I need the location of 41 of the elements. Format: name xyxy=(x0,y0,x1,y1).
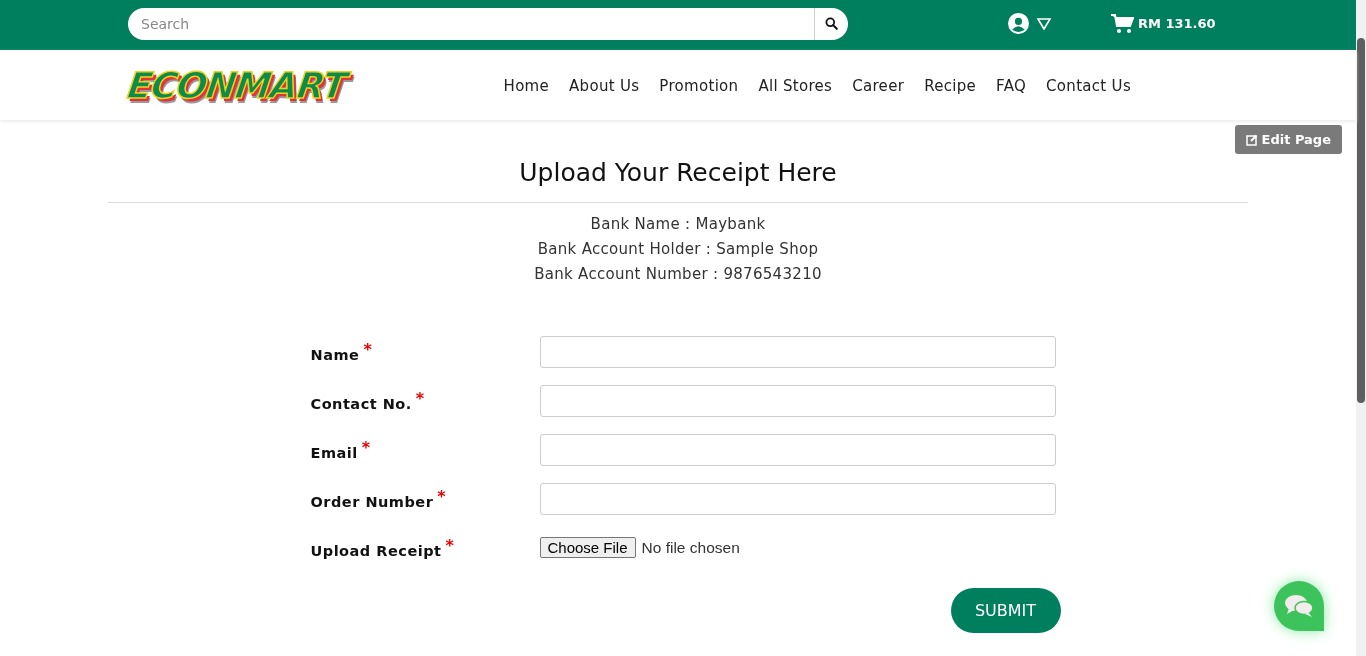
page-title: Upload Your Receipt Here xyxy=(108,158,1248,203)
nav-link[interactable]: Career xyxy=(852,77,905,95)
input-field[interactable] xyxy=(539,384,1056,417)
required-mark: * xyxy=(445,536,454,555)
chat-button[interactable] xyxy=(1274,581,1324,631)
nav-link[interactable]: Home xyxy=(503,77,550,95)
field-label: Name xyxy=(310,346,360,363)
edit-icon xyxy=(1245,133,1258,146)
caret-icon[interactable] xyxy=(1037,17,1051,30)
file-status: No file chosen xyxy=(641,538,740,557)
nav-link[interactable]: FAQ xyxy=(996,77,1027,95)
edit-page-button[interactable]: Edit Page xyxy=(1234,125,1342,154)
field-label: Upload Receipt xyxy=(310,542,442,559)
input-field[interactable] xyxy=(539,335,1056,368)
cart-icon[interactable] xyxy=(1111,13,1134,34)
nav-link[interactable]: Contact Us xyxy=(1046,77,1131,95)
required-mark: * xyxy=(363,340,372,359)
scrollbar-thumb[interactable] xyxy=(1357,38,1365,403)
required-mark: * xyxy=(437,487,446,506)
choose-file-button[interactable]: Choose File xyxy=(539,537,636,558)
bank-info-line: Bank Account Holder : Sample Shop xyxy=(536,239,820,260)
logo[interactable]: ECONMART xyxy=(125,64,349,106)
input-field[interactable] xyxy=(539,433,1056,466)
nav-link[interactable]: Promotion xyxy=(659,77,739,95)
bank-info-line: Bank Name : Maybank xyxy=(589,214,767,235)
field-label: Order Number xyxy=(310,493,434,510)
user-icon[interactable] xyxy=(1008,13,1029,34)
chat-bubbles-icon xyxy=(1284,593,1314,619)
search-field[interactable]: Search xyxy=(128,7,814,40)
input-field[interactable] xyxy=(539,482,1056,515)
nav-link[interactable]: About Us xyxy=(569,77,640,95)
submit-button[interactable]: SUBMIT xyxy=(950,588,1061,633)
nav-link[interactable]: Recipe xyxy=(924,77,977,95)
nav-link[interactable]: All Stores xyxy=(758,77,833,95)
field-label: Contact No. xyxy=(310,395,412,412)
bank-info-line: Bank Account Number : 9876543210 xyxy=(533,264,823,285)
required-mark: * xyxy=(415,389,425,408)
cart-total[interactable]: RM 131.60 xyxy=(1138,16,1216,31)
field-label: Email xyxy=(310,444,358,461)
search-icon[interactable] xyxy=(814,7,848,40)
required-mark: * xyxy=(361,438,371,457)
